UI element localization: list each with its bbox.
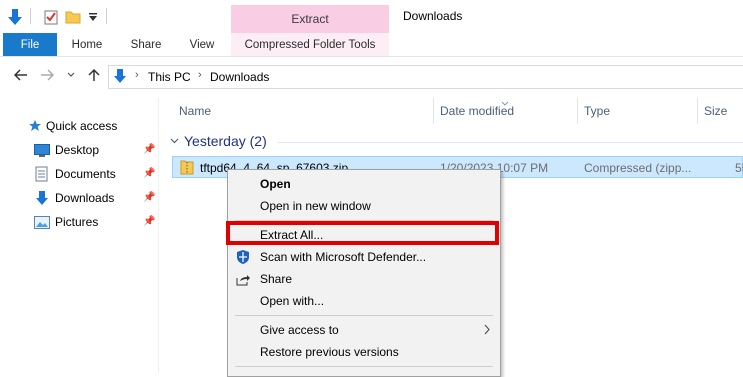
chevron-down-icon[interactable] [170,138,179,144]
menu-separator [235,366,493,367]
documents-icon [34,166,50,182]
menu-item-open-new-window[interactable]: Open in new window [228,195,500,217]
separator [30,8,31,24]
up-arrow-icon[interactable] [85,66,103,84]
menu-item-label: Scan with Microsoft Defender... [260,250,427,264]
nav-item-pictures[interactable]: Pictures [34,212,98,232]
nav-quick-access-label: Quick access [46,119,118,133]
tab-file[interactable]: File [3,33,57,56]
group-divider [278,142,743,143]
zip-folder-icon [180,159,194,178]
nav-item-label: Documents [55,167,116,181]
menu-item-open-with[interactable]: Open with... [228,290,500,312]
column-header-type[interactable]: Type [584,104,610,118]
pin-icon[interactable]: 📌 [143,216,155,227]
nav-item-label: Pictures [55,215,99,229]
nav-quick-access[interactable]: Quick access [28,116,117,136]
separator [106,8,107,24]
menu-item-label: Give access to [260,323,339,337]
column-header-size[interactable]: Size [704,104,727,118]
tab-share[interactable]: Share [121,33,171,56]
column-separator[interactable] [577,98,578,124]
customize-dropdown-icon[interactable] [82,6,104,28]
pin-icon[interactable]: 📌 [143,192,155,203]
breadcrumb-downloads[interactable]: Downloads [210,70,269,84]
forward-arrow-icon[interactable] [38,66,56,84]
column-header-name[interactable]: Name [179,104,211,118]
nav-item-downloads[interactable]: Downloads [34,188,114,208]
nav-item-label: Downloads [55,191,115,205]
breadcrumb-chevron-icon[interactable]: › [198,69,202,81]
tab-compressed-folder-tools[interactable]: Compressed Folder Tools [231,33,389,56]
file-size: 55 [735,161,743,175]
share-icon [235,271,251,287]
star-icon [28,119,42,133]
properties-icon[interactable] [40,6,62,28]
menu-item-give-access[interactable]: Give access to [228,319,500,341]
recent-locations-chevron-icon[interactable] [62,66,80,84]
context-menu: Open Open in new window Extract All... S… [227,169,501,377]
menu-item-label: Open [260,177,291,191]
downloads-location-icon [113,68,127,87]
ribbon-tabs: File Home Share View Compressed Folder T… [0,33,743,57]
tab-view[interactable]: View [178,33,226,56]
chevron-right-icon [484,324,490,338]
menu-item-label: Open with... [260,294,325,308]
window-title: Downloads [403,9,463,23]
group-header[interactable]: Yesterday (2) [170,133,267,149]
back-arrow-icon[interactable] [12,66,30,84]
menu-item-open[interactable]: Open [228,173,500,195]
desktop-icon [34,143,50,157]
menu-item-label: Open in new window [260,199,371,213]
down-arrow-icon[interactable] [4,6,26,28]
extract-tab-header[interactable]: Extract [231,5,389,33]
file-type: Compressed (zipp... [584,161,692,175]
nav-item-label: Desktop [55,143,100,157]
highlight-annotation [226,221,499,245]
pane-divider[interactable] [158,98,159,373]
column-separator[interactable] [697,98,698,124]
breadcrumb-chevron-icon[interactable]: › [135,69,139,81]
pin-icon[interactable]: 📌 [143,144,155,155]
column-header-date-modified[interactable]: Date modified [440,104,514,118]
downloads-icon [34,191,50,205]
tab-home[interactable]: Home [62,33,112,56]
new-folder-icon[interactable] [62,6,84,28]
menu-item-scan-defender[interactable]: Scan with Microsoft Defender... [228,246,500,268]
nav-item-desktop[interactable]: Desktop [34,140,99,160]
menu-item-share[interactable]: Share [228,268,500,290]
menu-separator [235,315,493,316]
nav-item-documents[interactable]: Documents [34,164,116,184]
address-bar[interactable]: › This PC › Downloads [108,65,743,89]
group-label: Yesterday (2) [184,133,267,149]
column-separator[interactable] [433,98,434,124]
menu-item-label: Restore previous versions [260,345,399,359]
title-bar: Extract Downloads [0,0,743,33]
breadcrumb-this-pc[interactable]: This PC [148,70,191,84]
menu-item-restore-versions[interactable]: Restore previous versions [228,341,500,363]
pictures-icon [34,215,50,229]
navigation-row: › This PC › Downloads [0,62,743,90]
menu-item-label: Share [260,272,293,286]
pin-icon[interactable]: 📌 [143,168,155,179]
defender-shield-icon [235,249,251,265]
